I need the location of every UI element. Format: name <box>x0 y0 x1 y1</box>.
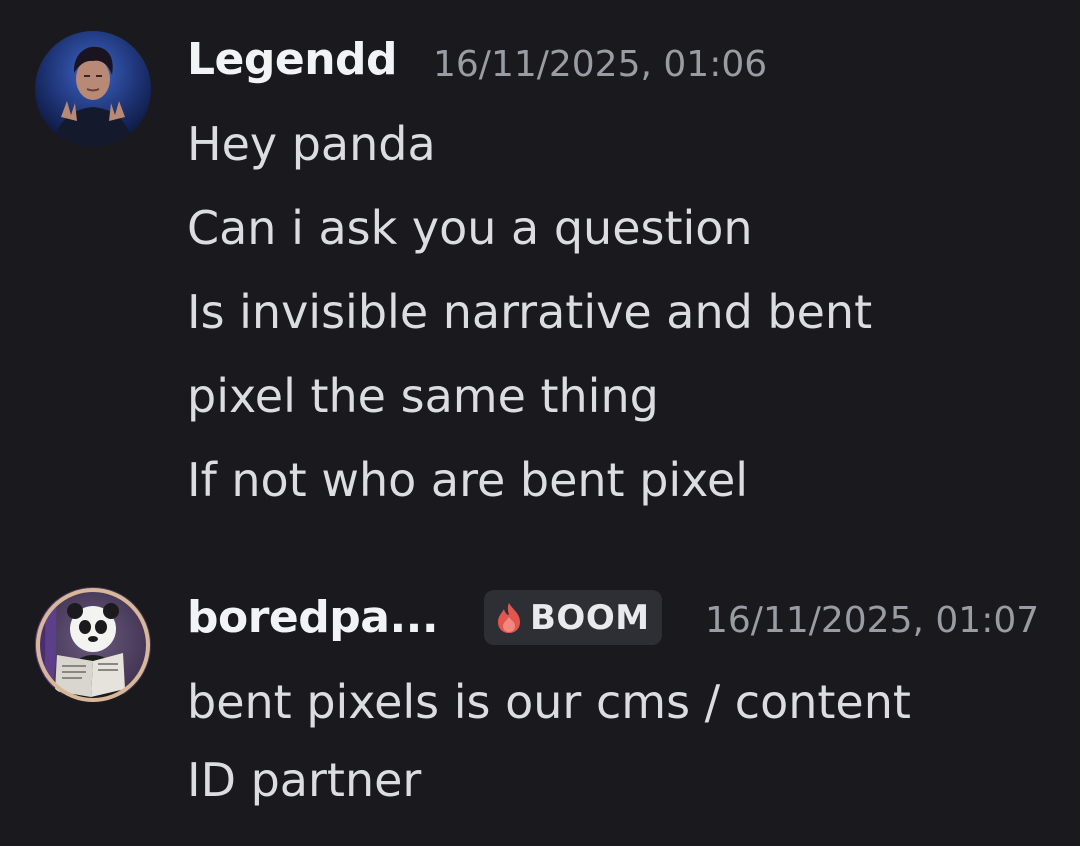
avatar-decoration-ring <box>36 588 150 702</box>
message-line: Can i ask you a question <box>187 201 753 255</box>
flame-icon <box>498 602 520 633</box>
tag-label: BOOM <box>530 597 650 638</box>
message-line: Is invisible narrative and bent <box>187 285 873 339</box>
server-tag-badge[interactable]: BOOM <box>484 590 662 645</box>
username[interactable]: Legendd <box>187 34 398 85</box>
message-line: bent pixels is our cms / content <box>187 675 911 729</box>
message-line: ID partner <box>187 753 422 807</box>
message-line: Hey panda <box>187 117 436 171</box>
user-avatar[interactable] <box>35 31 151 147</box>
message-line: If not who are bent pixel <box>187 453 749 507</box>
message-timestamp: 16/11/2025, 01:06 <box>433 44 768 85</box>
message-line: pixel the same thing <box>187 369 659 423</box>
message-content: Hey panda Can i ask you a question Is in… <box>187 102 872 522</box>
person-portrait-icon <box>35 31 151 147</box>
user-avatar[interactable] <box>35 587 151 703</box>
message-content: bent pixels is our cms / content ID part… <box>187 663 911 819</box>
username[interactable]: boredpa... <box>187 592 439 643</box>
message-timestamp: 16/11/2025, 01:07 <box>705 600 1040 641</box>
